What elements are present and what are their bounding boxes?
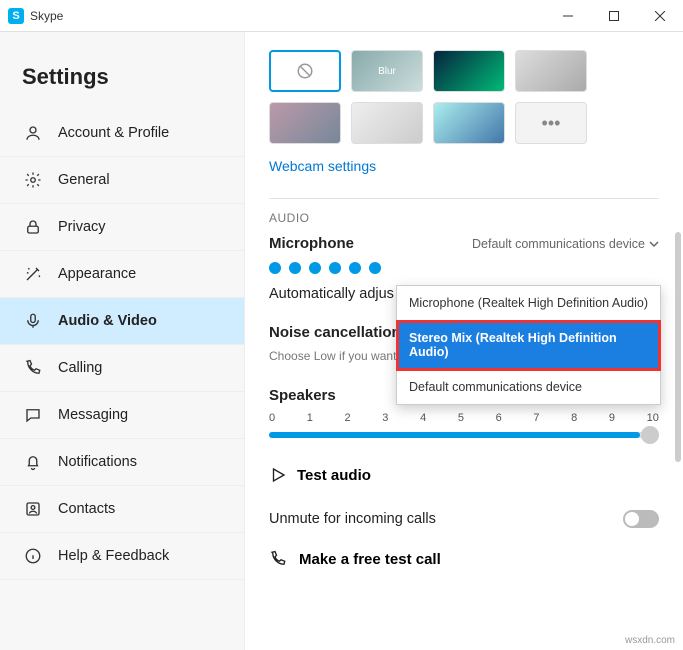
test-audio-button[interactable]: Test audio	[269, 466, 659, 484]
play-icon	[269, 466, 287, 484]
settings-sidebar: Settings Account & Profile General Priva…	[0, 32, 245, 650]
audio-section-label: AUDIO	[269, 211, 659, 225]
sidebar-item-audio-video[interactable]: Audio & Video	[0, 298, 244, 345]
sidebar-item-messaging[interactable]: Messaging	[0, 392, 244, 439]
gear-icon	[22, 171, 44, 189]
sidebar-item-general[interactable]: General	[0, 157, 244, 204]
lock-icon	[22, 218, 44, 236]
sidebar-item-label: Account & Profile	[58, 125, 169, 141]
unmute-label: Unmute for incoming calls	[269, 511, 436, 527]
chevron-down-icon	[649, 239, 659, 249]
close-button[interactable]	[637, 0, 683, 32]
dropdown-option-highlighted[interactable]: Stereo Mix (Realtek High Definition Audi…	[397, 321, 660, 370]
sidebar-item-help[interactable]: Help & Feedback	[0, 533, 244, 580]
sidebar-item-label: Calling	[58, 360, 102, 376]
bg-thumb-add[interactable]: •••	[515, 102, 587, 144]
minimize-button[interactable]	[545, 0, 591, 32]
sidebar-item-notifications[interactable]: Notifications	[0, 439, 244, 486]
titlebar: S Skype	[0, 0, 683, 32]
phone-icon	[269, 550, 287, 568]
sidebar-item-calling[interactable]: Calling	[0, 345, 244, 392]
sidebar-item-label: General	[58, 172, 110, 188]
microphone-icon	[22, 312, 44, 330]
sidebar-item-label: Contacts	[58, 501, 115, 517]
slider-thumb[interactable]	[641, 426, 659, 444]
bg-thumb[interactable]	[433, 50, 505, 92]
settings-heading: Settings	[0, 52, 244, 110]
phone-icon	[22, 359, 44, 377]
sidebar-item-label: Help & Feedback	[58, 548, 169, 564]
noise-cancel-label: Noise cancellation	[269, 324, 401, 341]
sidebar-item-label: Messaging	[58, 407, 128, 423]
bell-icon	[22, 453, 44, 471]
unmute-toggle[interactable]	[623, 510, 659, 528]
bg-thumb[interactable]	[351, 102, 423, 144]
sidebar-item-account[interactable]: Account & Profile	[0, 110, 244, 157]
free-test-call-button[interactable]: Make a free test call	[269, 550, 659, 568]
watermark: wsxdn.com	[625, 635, 675, 646]
bg-thumb[interactable]	[269, 102, 341, 144]
microphone-dropdown: Microphone (Realtek High Definition Audi…	[396, 285, 661, 405]
speakers-label: Speakers	[269, 387, 336, 404]
contacts-icon	[22, 500, 44, 518]
sidebar-item-appearance[interactable]: Appearance	[0, 251, 244, 298]
bg-thumb[interactable]	[515, 50, 587, 92]
microphone-selector[interactable]: Default communications device	[472, 237, 659, 251]
app-body: Settings Account & Profile General Priva…	[0, 32, 683, 650]
account-icon	[22, 124, 44, 142]
window-controls	[545, 0, 683, 32]
sidebar-item-contacts[interactable]: Contacts	[0, 486, 244, 533]
bg-thumb-blur[interactable]: Blur	[351, 50, 423, 92]
main-panel: Blur ••• Webcam settings AUDIO Microphon…	[245, 32, 683, 650]
sidebar-item-label: Appearance	[58, 266, 136, 282]
sidebar-item-label: Audio & Video	[58, 313, 157, 329]
dropdown-option[interactable]: Microphone (Realtek High Definition Audi…	[397, 286, 660, 321]
microphone-label: Microphone	[269, 235, 354, 252]
bg-thumb[interactable]	[433, 102, 505, 144]
dropdown-option[interactable]: Default communications device	[397, 370, 660, 404]
background-thumbnails: Blur •••	[269, 50, 659, 144]
bg-thumb-selected[interactable]	[269, 50, 341, 92]
sidebar-item-label: Notifications	[58, 454, 137, 470]
skype-logo-icon: S	[8, 8, 24, 24]
sidebar-item-privacy[interactable]: Privacy	[0, 204, 244, 251]
info-icon	[22, 547, 44, 565]
mic-level-dots	[269, 262, 659, 274]
sidebar-item-label: Privacy	[58, 219, 106, 235]
wand-icon	[22, 265, 44, 283]
chat-icon	[22, 406, 44, 424]
speaker-scale: 012345678910	[269, 412, 659, 424]
scrollbar[interactable]	[675, 232, 681, 462]
speaker-volume-slider[interactable]	[269, 432, 659, 438]
maximize-button[interactable]	[591, 0, 637, 32]
webcam-settings-link[interactable]: Webcam settings	[269, 158, 376, 174]
window-title: Skype	[30, 9, 63, 23]
